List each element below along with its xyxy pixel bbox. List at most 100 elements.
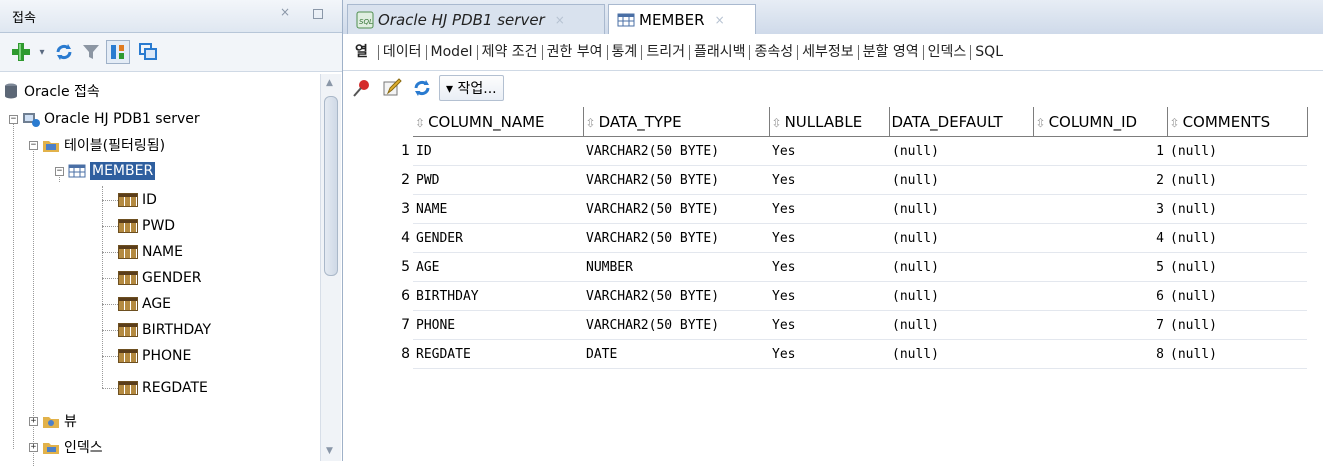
expand-icon[interactable]: + <box>29 442 38 452</box>
table-row[interactable]: 2 PWD VARCHAR2(50 BYTE) Yes (null) 2 (null) <box>343 165 1307 195</box>
cell-column-name[interactable]: NAME <box>413 194 583 224</box>
subtab-partitions[interactable]: 분할 영역 <box>859 44 924 60</box>
cell-column-id[interactable]: 4 <box>1033 223 1167 253</box>
cell-data-default[interactable]: (null) <box>889 310 1033 340</box>
sort-icon[interactable]: ⇳ <box>586 116 596 130</box>
cell-data-type[interactable]: DATE <box>583 339 769 369</box>
cell-data-default[interactable]: (null) <box>889 252 1033 282</box>
collapse-icon[interactable]: − <box>9 114 18 124</box>
cell-column-id[interactable]: 1 <box>1033 136 1167 166</box>
tree-scrollbar[interactable]: ▲ ▼ <box>320 74 341 461</box>
collapse-icon[interactable]: − <box>55 166 64 176</box>
tree-node-tables[interactable]: − 테이블(필터링됨) <box>29 132 165 158</box>
cell-comments[interactable]: (null) <box>1167 223 1307 253</box>
cell-data-type[interactable]: VARCHAR2(50 BYTE) <box>583 281 769 311</box>
cell-comments[interactable]: (null) <box>1167 252 1307 282</box>
cell-data-type[interactable]: VARCHAR2(50 BYTE) <box>583 136 769 166</box>
cell-data-default[interactable]: (null) <box>889 194 1033 224</box>
tab-sql-worksheet[interactable]: SQL Oracle HJ PDB1 server × <box>347 4 605 34</box>
subtab-indexes[interactable]: 인덱스 <box>924 44 972 60</box>
cell-column-name[interactable]: PHONE <box>413 310 583 340</box>
table-row[interactable]: 6 BIRTHDAY VARCHAR2(50 BYTE) Yes (null) 6 (nul… <box>343 281 1307 311</box>
scroll-down-icon[interactable]: ▼ <box>326 446 333 456</box>
cell-nullable[interactable]: Yes <box>769 194 889 224</box>
tree-node-column[interactable]: NAME <box>118 239 183 265</box>
cell-data-default[interactable]: (null) <box>889 223 1033 253</box>
cell-data-type[interactable]: VARCHAR2(50 BYTE) <box>583 310 769 340</box>
cell-nullable[interactable]: Yes <box>769 310 889 340</box>
collapse-icon[interactable]: − <box>29 140 38 150</box>
cell-column-id[interactable]: 3 <box>1033 194 1167 224</box>
sort-icon[interactable]: ⇳ <box>415 116 425 130</box>
cell-column-id[interactable]: 8 <box>1033 339 1167 369</box>
tree-node-column[interactable]: AGE <box>118 291 171 317</box>
pin-icon[interactable] <box>349 76 375 100</box>
close-icon[interactable]: × <box>715 13 725 27</box>
tree-node-column[interactable]: PHONE <box>118 343 191 369</box>
subtab-constraints[interactable]: 제약 조건 <box>478 44 543 60</box>
edit-icon[interactable] <box>379 76 405 100</box>
cell-nullable[interactable]: Yes <box>769 252 889 282</box>
tree-node-views[interactable]: + 뷰 <box>29 408 77 434</box>
table-row[interactable]: 3 NAME VARCHAR2(50 BYTE) Yes (null) 3 (null) <box>343 194 1307 224</box>
subtab-model[interactable]: Model <box>427 44 478 60</box>
tree-node-connection[interactable]: − Oracle HJ PDB1 server <box>9 106 200 132</box>
cell-data-type[interactable]: VARCHAR2(50 BYTE) <box>583 223 769 253</box>
cell-nullable[interactable]: Yes <box>769 165 889 195</box>
cell-comments[interactable]: (null) <box>1167 194 1307 224</box>
tree-node-column[interactable]: ID <box>118 187 157 213</box>
sort-icon[interactable]: ⇳ <box>1170 116 1180 130</box>
subtab-columns[interactable]: 열 <box>343 44 379 60</box>
add-dropdown-icon[interactable]: ▾ <box>36 43 48 61</box>
cell-nullable[interactable]: Yes <box>769 136 889 166</box>
cell-comments[interactable]: (null) <box>1167 281 1307 311</box>
subtab-statistics[interactable]: 통계 <box>608 44 643 60</box>
minimize-icon[interactable] <box>313 9 323 19</box>
column-header-column-id[interactable]: ⇳ COLUMN_ID <box>1033 107 1168 137</box>
scroll-thumb[interactable] <box>324 96 338 276</box>
table-row[interactable]: 7 PHONE VARCHAR2(50 BYTE) Yes (null) 7 (null) <box>343 310 1307 340</box>
column-header-data-default[interactable]: DATA_DEFAULT <box>889 107 1034 137</box>
copy-icon[interactable] <box>136 41 160 63</box>
sort-icon[interactable]: ⇳ <box>772 116 782 130</box>
close-icon[interactable]: × <box>555 13 565 27</box>
sort-icon[interactable]: ⇳ <box>1036 116 1046 130</box>
close-icon[interactable]: × <box>280 5 290 19</box>
cell-data-type[interactable]: NUMBER <box>583 252 769 282</box>
cell-data-default[interactable]: (null) <box>889 281 1033 311</box>
cell-data-default[interactable]: (null) <box>889 136 1033 166</box>
tree-node-column[interactable]: PWD <box>118 213 175 239</box>
actions-menu-button[interactable]: ▾ 작업... <box>439 75 504 101</box>
cell-comments[interactable]: (null) <box>1167 165 1307 195</box>
cell-nullable[interactable]: Yes <box>769 223 889 253</box>
subtab-flashback[interactable]: 플래시백 <box>690 44 751 60</box>
cell-comments[interactable]: (null) <box>1167 339 1307 369</box>
refresh-icon[interactable] <box>52 41 76 63</box>
cell-nullable[interactable]: Yes <box>769 281 889 311</box>
cell-column-name[interactable]: PWD <box>413 165 583 195</box>
subtab-sql[interactable]: SQL <box>971 44 1007 60</box>
subtab-dependencies[interactable]: 종속성 <box>750 44 799 60</box>
cell-column-name[interactable]: GENDER <box>413 223 583 253</box>
column-header-column-name[interactable]: ⇳ COLUMN_NAME <box>413 107 584 137</box>
table-row[interactable]: 4 GENDER VARCHAR2(50 BYTE) Yes (null) 4 (null) <box>343 223 1307 253</box>
cell-column-id[interactable]: 5 <box>1033 252 1167 282</box>
cell-comments[interactable]: (null) <box>1167 136 1307 166</box>
table-row[interactable]: 8 REGDATE DATE Yes (null) 8 (null) <box>343 339 1307 369</box>
cell-data-type[interactable]: VARCHAR2(50 BYTE) <box>583 194 769 224</box>
scroll-up-icon[interactable]: ▲ <box>326 78 333 88</box>
cell-data-default[interactable]: (null) <box>889 165 1033 195</box>
cell-column-name[interactable]: BIRTHDAY <box>413 281 583 311</box>
cell-data-type[interactable]: VARCHAR2(50 BYTE) <box>583 165 769 195</box>
cell-column-id[interactable]: 6 <box>1033 281 1167 311</box>
cell-column-id[interactable]: 7 <box>1033 310 1167 340</box>
tree-node-indexes[interactable]: + 인덱스 <box>29 434 103 460</box>
tab-member[interactable]: MEMBER × <box>608 4 756 34</box>
refresh-icon[interactable] <box>409 76 435 100</box>
expand-icon[interactable]: + <box>29 416 38 426</box>
filter-icon[interactable] <box>80 41 102 63</box>
schema-browser-icon[interactable] <box>106 40 130 64</box>
column-header-comments[interactable]: ⇳ COMMENTS <box>1167 107 1308 137</box>
table-row[interactable]: 5 AGE NUMBER Yes (null) 5 (null) <box>343 252 1307 282</box>
cell-nullable[interactable]: Yes <box>769 339 889 369</box>
